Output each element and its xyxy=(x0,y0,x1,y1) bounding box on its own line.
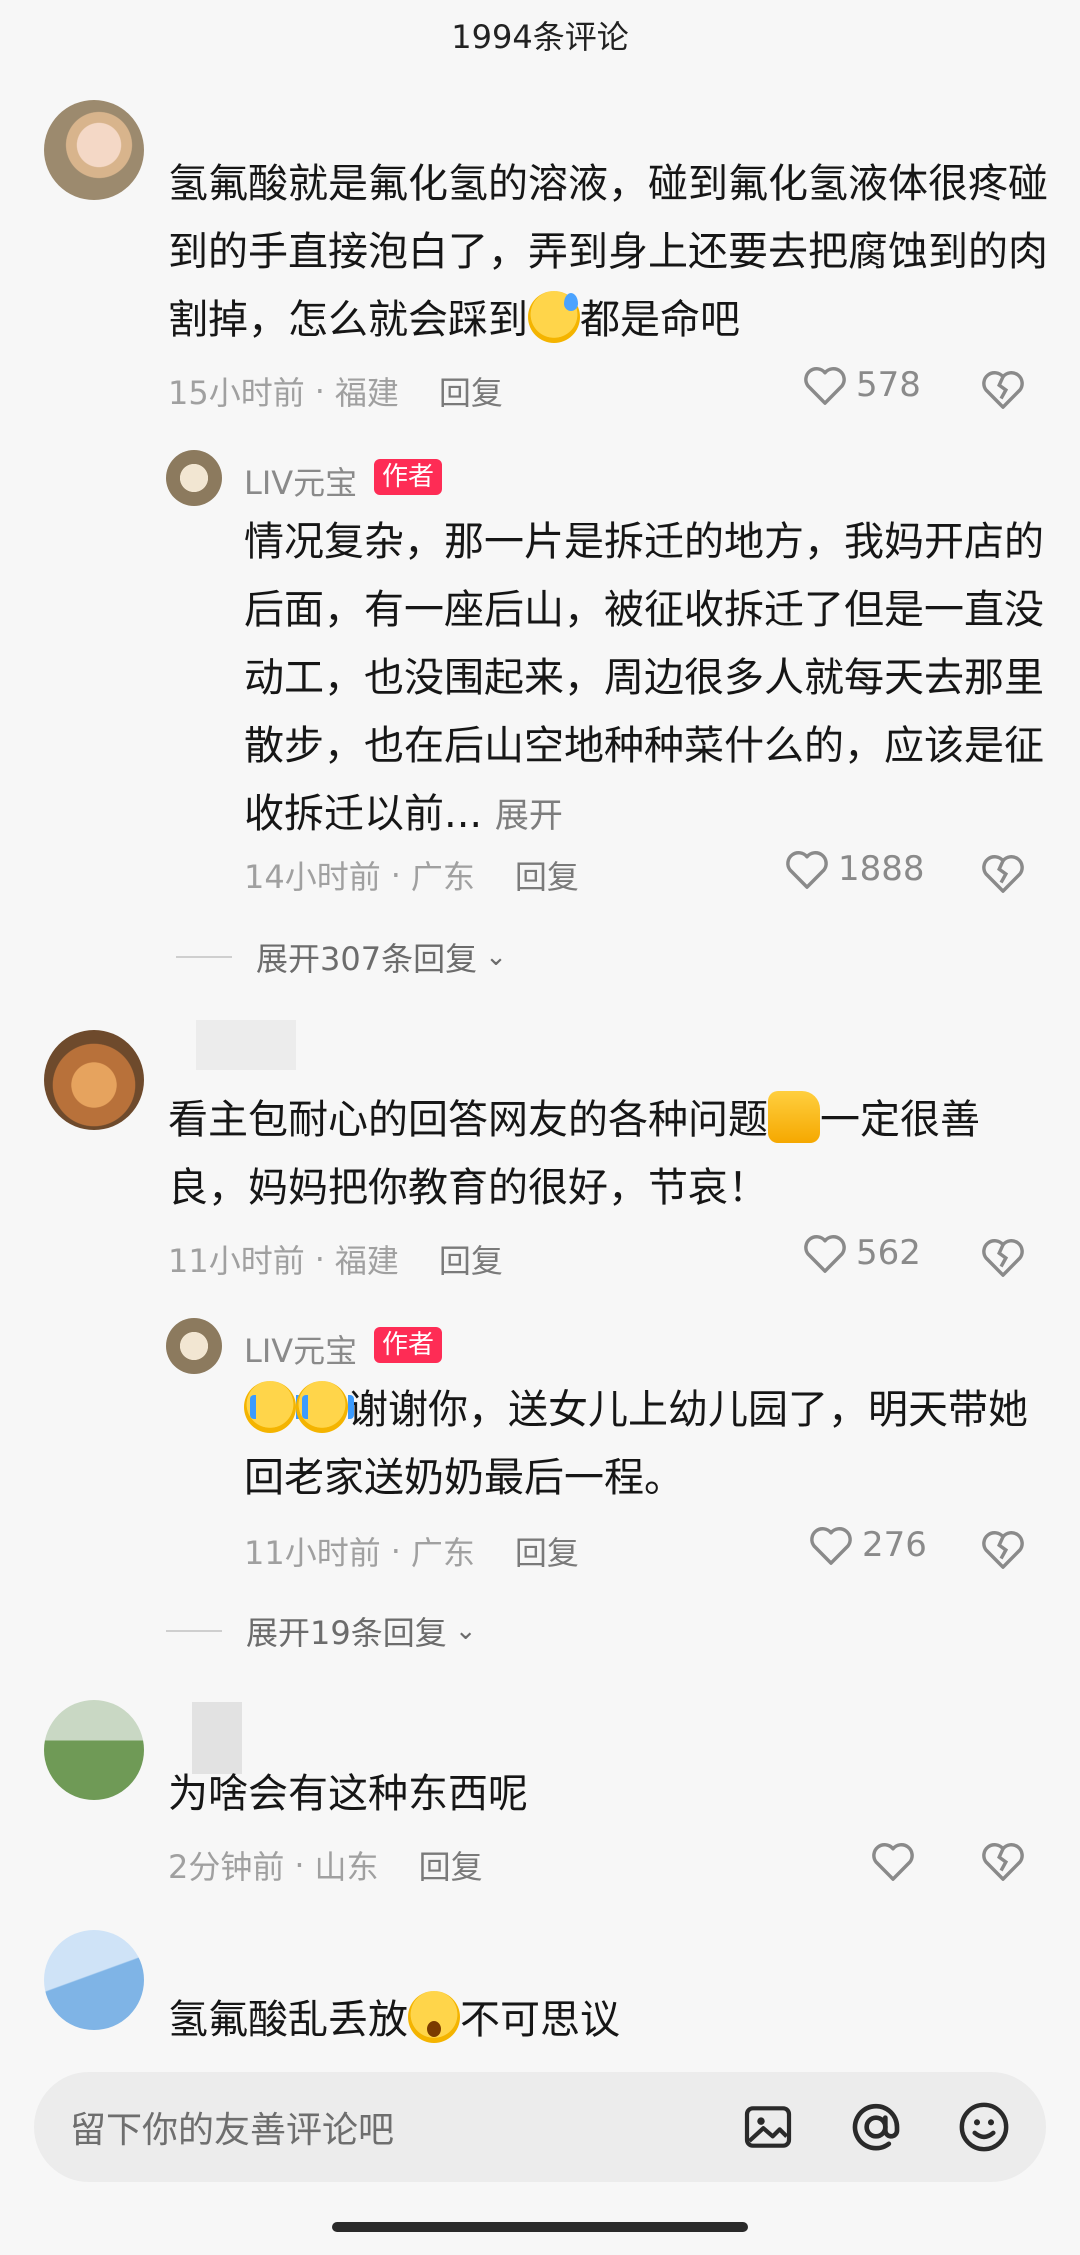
avatar[interactable] xyxy=(44,1930,144,2030)
avatar[interactable] xyxy=(44,100,144,200)
meta-separator: · xyxy=(314,1240,325,1278)
comment-count-title: 1994条评论 xyxy=(451,18,629,56)
avatar[interactable] xyxy=(44,1700,144,1800)
broken-heart-icon[interactable] xyxy=(980,368,1026,410)
like-button[interactable]: 276 xyxy=(808,1524,927,1566)
emoji-icon[interactable] xyxy=(956,2099,1012,2155)
reply-text-content: 情况复杂，那一片是拆迁的地方，我妈开店的后面，有一座后山，被征收拆迁了但是一直没… xyxy=(244,519,1044,837)
expand-replies-label: 展开307条回复 xyxy=(256,940,478,978)
comment-input-placeholder[interactable]: 留下你的友善评论吧 xyxy=(70,2101,394,2153)
reply-meta: 11小时前 · 广东 回复 xyxy=(244,1528,579,1574)
like-button[interactable]: 1888 xyxy=(784,848,925,890)
heart-icon xyxy=(786,851,828,889)
comment-text: 氢氟酸就是氟化氢的溶液，碰到氟化氢液体很疼碰到的手直接泡白了，弄到身上还要去把腐… xyxy=(168,150,1048,354)
avatar[interactable] xyxy=(44,1030,144,1130)
like-count: 578 xyxy=(856,365,921,405)
divider-line xyxy=(176,956,232,958)
reply-username[interactable]: LIV元宝 xyxy=(244,1326,357,1372)
comment-text: 氢氟酸乱丢放 不可思议 xyxy=(168,1986,1048,2054)
comment-text: 看主包耐心的回答网友的各种问题 一定很善良，妈妈把你教育的很好，节哀！ xyxy=(168,1086,1048,1222)
meta-separator: · xyxy=(294,1846,305,1884)
like-count: 562 xyxy=(856,1233,921,1273)
chevron-down-icon: ⌄ xyxy=(485,942,507,972)
broken-heart-icon[interactable] xyxy=(980,1840,1026,1882)
crying-emoji-icon xyxy=(244,1381,302,1433)
sweat-smile-emoji-icon xyxy=(528,291,580,343)
expand-replies-button[interactable]: 展开307条回复 ⌄ xyxy=(176,934,507,980)
expand-replies-label: 展开19条回复 xyxy=(246,1614,447,1652)
comment-text-content: 为啥会有这种东西呢 xyxy=(168,1771,528,1817)
divider-line xyxy=(166,1630,222,1632)
reply-location: 广东 xyxy=(410,1534,475,1572)
comment-text-part: 都是命吧 xyxy=(580,297,740,343)
redacted-username xyxy=(196,1020,296,1070)
heart-icon[interactable] xyxy=(870,1840,916,1882)
comment-text-part: 氢氟酸乱丢放 xyxy=(168,1997,408,2043)
reply-button[interactable]: 回复 xyxy=(419,1842,483,1888)
comment-time: 15小时前 xyxy=(168,374,305,412)
comment-text: 为啥会有这种东西呢 xyxy=(168,1760,1048,1828)
crying-emoji-icon xyxy=(296,1381,354,1433)
like-count: 276 xyxy=(862,1525,927,1565)
reply-button[interactable]: 回复 xyxy=(439,368,503,414)
broken-heart-icon[interactable] xyxy=(980,852,1026,894)
comment-input-bar[interactable]: 留下你的友善评论吧 xyxy=(34,2072,1046,2182)
comments-header: 1994条评论 xyxy=(0,0,1080,70)
reply-text: 情况复杂，那一片是拆迁的地方，我妈开店的后面，有一座后山，被征收拆迁了但是一直没… xyxy=(244,508,1044,850)
like-button[interactable]: 578 xyxy=(802,364,921,406)
like-button[interactable]: 562 xyxy=(802,1232,921,1274)
at-icon[interactable] xyxy=(848,2099,904,2155)
chevron-down-icon: ⌄ xyxy=(454,1616,477,1646)
reply-button[interactable]: 回复 xyxy=(515,1528,579,1574)
meta-separator: · xyxy=(390,856,401,894)
reply-text-content: 谢谢你，送女儿上幼儿园了，明天带她回老家送奶奶最后一程。 xyxy=(244,1387,1028,1501)
home-indicator[interactable] xyxy=(332,2222,748,2232)
thumbs-up-emoji-icon xyxy=(768,1091,820,1143)
heart-icon xyxy=(810,1527,852,1565)
broken-heart-icon[interactable] xyxy=(980,1528,1026,1570)
comment-time: 2分钟前 xyxy=(168,1848,285,1886)
astonished-emoji-icon xyxy=(408,1991,460,2043)
comment-location: 福建 xyxy=(334,1242,399,1280)
meta-separator: · xyxy=(390,1532,401,1570)
comment-location: 山东 xyxy=(314,1848,379,1886)
heart-icon xyxy=(804,1235,846,1273)
comment-location: 福建 xyxy=(334,374,399,412)
author-avatar[interactable] xyxy=(166,450,222,506)
reply-button[interactable]: 回复 xyxy=(515,852,579,898)
broken-heart-icon[interactable] xyxy=(980,1236,1026,1278)
author-avatar[interactable] xyxy=(166,1318,222,1374)
reply-meta: 14小时前 · 广东 回复 xyxy=(244,852,579,898)
reply-time: 14小时前 xyxy=(244,858,381,896)
comment-meta: 15小时前 · 福建 回复 xyxy=(168,368,503,414)
reply-location: 广东 xyxy=(410,858,475,896)
image-icon[interactable] xyxy=(740,2099,796,2155)
like-count: 1888 xyxy=(838,849,925,889)
reply-time: 11小时前 xyxy=(244,1534,381,1572)
comment-text-part: 看主包耐心的回答网友的各种问题 xyxy=(168,1097,768,1143)
reply-button[interactable]: 回复 xyxy=(439,1236,503,1282)
reply-username[interactable]: LIV元宝 xyxy=(244,458,357,504)
reply-text: 谢谢你，送女儿上幼儿园了，明天带她回老家送奶奶最后一程。 xyxy=(244,1376,1044,1512)
meta-separator: · xyxy=(314,372,325,410)
expand-text-link[interactable]: 展开 xyxy=(495,796,563,836)
expand-replies-button[interactable]: 展开19条回复 ⌄ xyxy=(166,1608,477,1654)
heart-icon xyxy=(804,367,846,405)
comment-meta: 11小时前 · 福建 回复 xyxy=(168,1236,503,1282)
comment-meta: 2分钟前 · 山东 回复 xyxy=(168,1842,483,1888)
author-badge: 作者 xyxy=(374,459,443,495)
comment-time: 11小时前 xyxy=(168,1242,305,1280)
author-badge: 作者 xyxy=(374,1327,443,1363)
comment-text-part: 不可思议 xyxy=(460,1997,620,2043)
